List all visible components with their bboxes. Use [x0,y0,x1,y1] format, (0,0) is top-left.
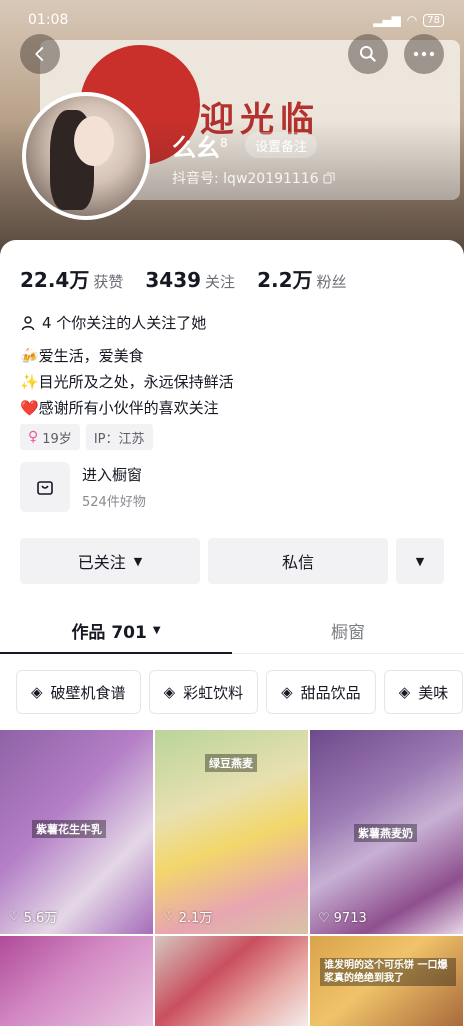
heart-icon: ♡ [318,911,330,926]
search-button[interactable] [348,34,388,74]
stat-following[interactable]: 3439 关注 [145,268,235,292]
signal-icon: ▂▄▆ [373,13,401,27]
layers-icon: ◈ [398,683,411,701]
stat-likes[interactable]: 22.4万 获赞 [20,264,123,293]
layers-icon: ◈ [281,683,293,701]
video-caption: 绿豆燕麦 [205,754,257,772]
avatar-face [74,116,114,166]
bio: 🍻爱生活，爱美食 ✨目光所及之处，永远保持鲜活 ❤️感谢所有小伙伴的喜欢关注 [20,343,234,421]
more-dots-icon [413,51,435,57]
video-thumbnail[interactable] [155,936,308,1026]
age-tag-text: 19岁 [42,431,72,447]
status-icons: ▂▄▆ ◠ 78 [373,13,444,27]
profile-name: 么幺8 [172,128,228,163]
status-time: 01:08 [28,12,69,28]
video-thumbnail[interactable]: 紫薯燕麦奶 ♡ 9713 [310,730,463,934]
video-caption: 紫薯花生牛乳 [32,820,106,838]
tab-showcase[interactable]: 橱窗 [232,608,464,653]
back-button[interactable] [20,34,60,74]
showcase-subtitle: 524件好物 [82,495,146,510]
caret-down-icon: ▼ [415,554,425,568]
heart-icon: ♡ [8,909,20,924]
stat-likes-value: 22.4万 [20,268,90,292]
bio-line: ✨目光所及之处，永远保持鲜活 [20,373,234,391]
battery-icon: 78 [423,13,444,27]
bio-line: 🍻爱生活，爱美食 [20,347,144,365]
more-actions-button[interactable]: ▼ [396,538,444,584]
set-remark-button[interactable]: 设置备注 [245,132,318,158]
collection-label: 破壁机食谱 [50,683,126,702]
followed-button[interactable]: 已关注 ▼ [20,538,200,584]
showcase-text: 进入橱窗 524件好物 [82,464,146,510]
message-label: 私信 [281,553,314,572]
profile-tags: ♀ 19岁 IP：江苏 [20,424,153,450]
collection-chip[interactable]: ◈ 破壁机食谱 [16,670,141,714]
stat-followers-label: 粉丝 [316,273,347,291]
tab-works-label: 作品 701 [71,623,147,643]
tab-showcase-label: 橱窗 [331,623,365,643]
followed-label: 已关注 [77,553,126,572]
heart-icon: ♡ [163,909,175,924]
video-thumbnail[interactable]: 绿豆燕麦 ♡ 2.1万 [155,730,308,934]
content-tabs: 作品 701 ▼ 橱窗 [0,608,464,654]
douyin-id[interactable]: 抖音号: lqw20191116 [172,168,335,188]
collection-list: ◈ 破壁机食谱 ◈ 彩虹饮料 ◈ 甜品饮品 ◈ 美味 [16,670,464,714]
video-likes-count: 9713 [333,911,367,926]
video-likes: ♡ 2.1万 [163,907,212,926]
message-button[interactable]: 私信 [208,538,388,584]
showcase-entry[interactable]: 进入橱窗 524件好物 [20,462,146,512]
ip-tag: IP：江苏 [85,424,153,450]
age-tag: ♀ 19岁 [20,424,80,450]
action-buttons: 已关注 ▼ 私信 ▼ [20,538,444,584]
video-thumbnail[interactable]: 谁发明的这个可乐饼 一口爆浆真的绝绝到我了 [310,936,463,1026]
wifi-icon: ◠ [406,13,418,27]
layers-icon: ◈ [31,683,43,701]
profile-name-sup: 8 [220,136,228,150]
tab-works[interactable]: 作品 701 ▼ [0,608,232,654]
stat-likes-label: 获赞 [93,273,124,291]
stats-row: 22.4万 获赞 3439 关注 2.2万 粉丝 [20,264,347,293]
collection-chip[interactable]: ◈ 甜品饮品 [266,670,376,714]
douyin-id-text: 抖音号: lqw20191116 [172,171,319,187]
mutual-followers-text: 4 个你关注的人关注了她 [42,314,207,332]
ip-tag-text: IP：江苏 [93,431,145,447]
caret-down-icon: ▼ [152,625,161,636]
showcase-title: 进入橱窗 [82,466,143,484]
video-caption: 紫薯燕麦奶 [354,824,417,842]
caret-down-icon: ▼ [133,554,143,568]
shop-bag-icon [20,462,70,512]
video-thumbnail[interactable] [0,936,153,1026]
status-bar: 01:08 ▂▄▆ ◠ 78 [0,0,464,40]
back-arrow-icon [35,47,44,61]
collection-label: 彩虹饮料 [183,683,244,702]
bio-line: ❤️感谢所有小伙伴的喜欢关注 [20,399,219,417]
profile-main: 22.4万 获赞 3439 关注 2.2万 粉丝 4 个你关注的人关注了她 🍻爱生活，… [0,240,464,1026]
person-icon [21,315,35,330]
video-grid: 紫薯花生牛乳 ♡ 5.6万 绿豆燕麦 ♡ 2.1万 紫薯燕麦奶 ♡ 9713 谁… [0,730,464,1026]
video-likes-count: 5.6万 [23,911,58,926]
copy-icon [323,172,335,184]
video-thumbnail[interactable]: 紫薯花生牛乳 ♡ 5.6万 [0,730,153,934]
stat-followers-value: 2.2万 [257,268,313,292]
stat-followers[interactable]: 2.2万 粉丝 [257,264,346,293]
collection-chip[interactable]: ◈ 美味 [383,670,464,714]
layers-icon: ◈ [163,683,176,701]
collection-chip[interactable]: ◈ 彩虹饮料 [148,670,259,714]
video-likes: ♡ 5.6万 [8,907,57,926]
video-likes-count: 2.1万 [178,911,213,926]
collection-label: 甜品饮品 [300,683,361,702]
search-icon [359,45,376,62]
video-caption: 谁发明的这个可乐饼 一口爆浆真的绝绝到我了 [320,958,456,986]
video-likes: ♡ 9713 [318,911,367,926]
collection-label: 美味 [418,683,449,702]
stat-following-label: 关注 [205,273,236,291]
stat-following-value: 3439 [145,268,202,292]
more-button[interactable] [404,34,444,74]
female-icon: ♀ [28,429,39,445]
profile-name-text: 么幺 [172,134,220,162]
avatar[interactable] [22,92,150,220]
mutual-followers[interactable]: 4 个你关注的人关注了她 [20,312,206,333]
